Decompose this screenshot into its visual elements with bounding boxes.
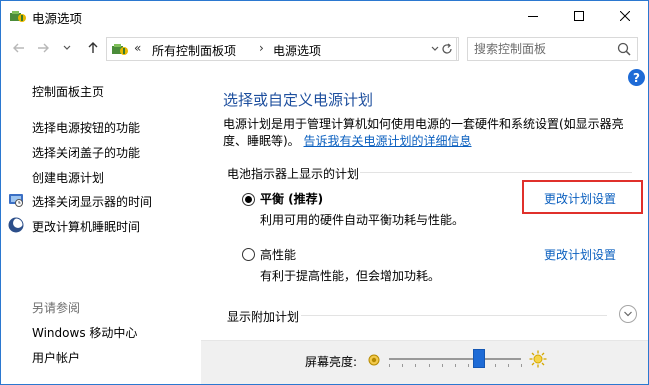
window-title: 电源选项 — [32, 11, 83, 26]
forward-arrow-icon — [38, 43, 49, 53]
breadcrumb-all-items[interactable]: 所有控制面板项 — [152, 42, 236, 59]
brightness-tick — [507, 364, 509, 367]
chevron-down-icon — [63, 45, 71, 50]
plan-high-performance-name[interactable]: 高性能 — [260, 246, 296, 263]
brightness-tick — [428, 364, 430, 367]
search-input[interactable] — [474, 41, 614, 57]
maximize-button[interactable] — [556, 1, 602, 31]
highlight-box — [522, 180, 643, 214]
title-bar: 电源选项 — [1, 1, 648, 31]
brightness-low-icon — [368, 354, 380, 366]
display-settings-icon — [9, 194, 23, 207]
sidebar-item-mobility-center[interactable]: Windows 移动中心 — [32, 324, 137, 341]
breadcrumb-overflow[interactable]: « — [134, 41, 141, 55]
minimize-button[interactable] — [510, 1, 556, 31]
brightness-tick — [402, 364, 404, 367]
search-box[interactable] — [467, 37, 638, 61]
brightness-slider-track[interactable] — [389, 358, 521, 360]
see-also-heading: 另请参阅 — [32, 301, 81, 315]
sidebar: 控制面板主页 选择电源按钮的功能 选择关闭盖子的功能 创建电源计划 选择关闭显示… — [1, 63, 201, 384]
brightness-slider-thumb[interactable] — [472, 349, 485, 368]
maximize-icon — [574, 11, 584, 21]
up-button[interactable] — [83, 34, 103, 62]
breadcrumb-power-options[interactable]: 电源选项 — [273, 42, 321, 59]
forward-button[interactable] — [33, 34, 53, 62]
brightness-bar: 屏幕亮度: — [201, 340, 648, 384]
power-plan-info-link[interactable]: 告诉我有关电源计划的详细信息 — [304, 134, 472, 148]
brightness-label: 屏幕亮度: — [305, 355, 358, 369]
sidebar-item-create-plan[interactable]: 创建电源计划 — [32, 169, 104, 186]
brightness-tick — [455, 364, 456, 367]
back-arrow-icon — [13, 43, 24, 53]
recent-locations-button[interactable] — [57, 34, 77, 62]
back-button[interactable] — [9, 34, 29, 62]
sidebar-item-power-button[interactable]: 选择电源按钮的功能 — [32, 119, 140, 136]
address-bar[interactable]: « 所有控制面板项 › 电源选项 — [106, 37, 457, 61]
sleep-moon-icon — [8, 217, 24, 233]
search-icon — [617, 42, 631, 56]
brightness-high-icon — [529, 350, 547, 368]
sidebar-item-control-panel-home[interactable]: 控制面板主页 — [32, 83, 104, 100]
brightness-tick — [521, 364, 522, 367]
power-options-icon — [112, 44, 128, 55]
plan-high-performance-change-settings-link[interactable]: 更改计划设置 — [544, 246, 616, 263]
main-content: 选择或自定义电源计划 电源计划是用于管理计算机如何使用电源的一套硬件和系统设置(… — [201, 63, 648, 384]
close-icon — [620, 11, 630, 21]
page-description: 电源计划是用于管理计算机如何使用电源的一套硬件和系统设置(如显示器亮度、睡眠等)… — [223, 116, 643, 150]
brightness-tick — [468, 364, 470, 367]
refresh-button[interactable] — [435, 37, 459, 61]
plan-high-performance-radio[interactable] — [242, 248, 255, 261]
sidebar-item-user-accounts[interactable]: 用户帐户 — [32, 349, 80, 366]
plan-group-title: 电池指示器上显示的计划 — [227, 167, 360, 181]
brightness-tick — [441, 364, 443, 367]
breadcrumb-separator[interactable]: › — [259, 41, 264, 55]
brightness-tick — [494, 364, 496, 367]
expand-additional-plans-button[interactable] — [619, 305, 637, 323]
sidebar-item-sleep-time[interactable]: 更改计算机睡眠时间 — [32, 218, 140, 235]
brightness-tick — [389, 364, 390, 367]
show-additional-plans-label[interactable]: 显示附加计划 — [227, 308, 299, 325]
chevron-down-icon — [624, 311, 632, 317]
power-options-icon — [10, 11, 26, 22]
close-button[interactable] — [602, 1, 648, 31]
refresh-icon — [441, 43, 452, 54]
page-title: 选择或自定义电源计划 — [223, 91, 374, 109]
brightness-tick — [415, 364, 417, 367]
extra-plans-divider — [301, 315, 607, 316]
plan-balanced-radio[interactable] — [242, 193, 255, 206]
group-divider — [360, 172, 632, 173]
minimize-icon — [528, 16, 538, 17]
plan-high-performance-description: 有利于提高性能，但会增加功耗。 — [260, 269, 441, 283]
power-options-window: 电源选项 « 所有控制面板项 › 电源选项 搜索控制面板 ? 控制面板主页 选择… — [0, 0, 649, 385]
navigation-bar: « 所有控制面板项 › 电源选项 — [1, 34, 648, 62]
up-arrow-icon — [88, 42, 98, 53]
sidebar-item-display-timeout[interactable]: 选择关闭显示器的时间 — [32, 193, 152, 210]
sidebar-item-lid-close[interactable]: 选择关闭盖子的功能 — [32, 144, 140, 161]
plan-balanced-description: 利用可用的硬件自动平衡功耗与性能。 — [260, 213, 465, 227]
plan-balanced-name[interactable]: 平衡 (推荐) — [260, 190, 323, 207]
